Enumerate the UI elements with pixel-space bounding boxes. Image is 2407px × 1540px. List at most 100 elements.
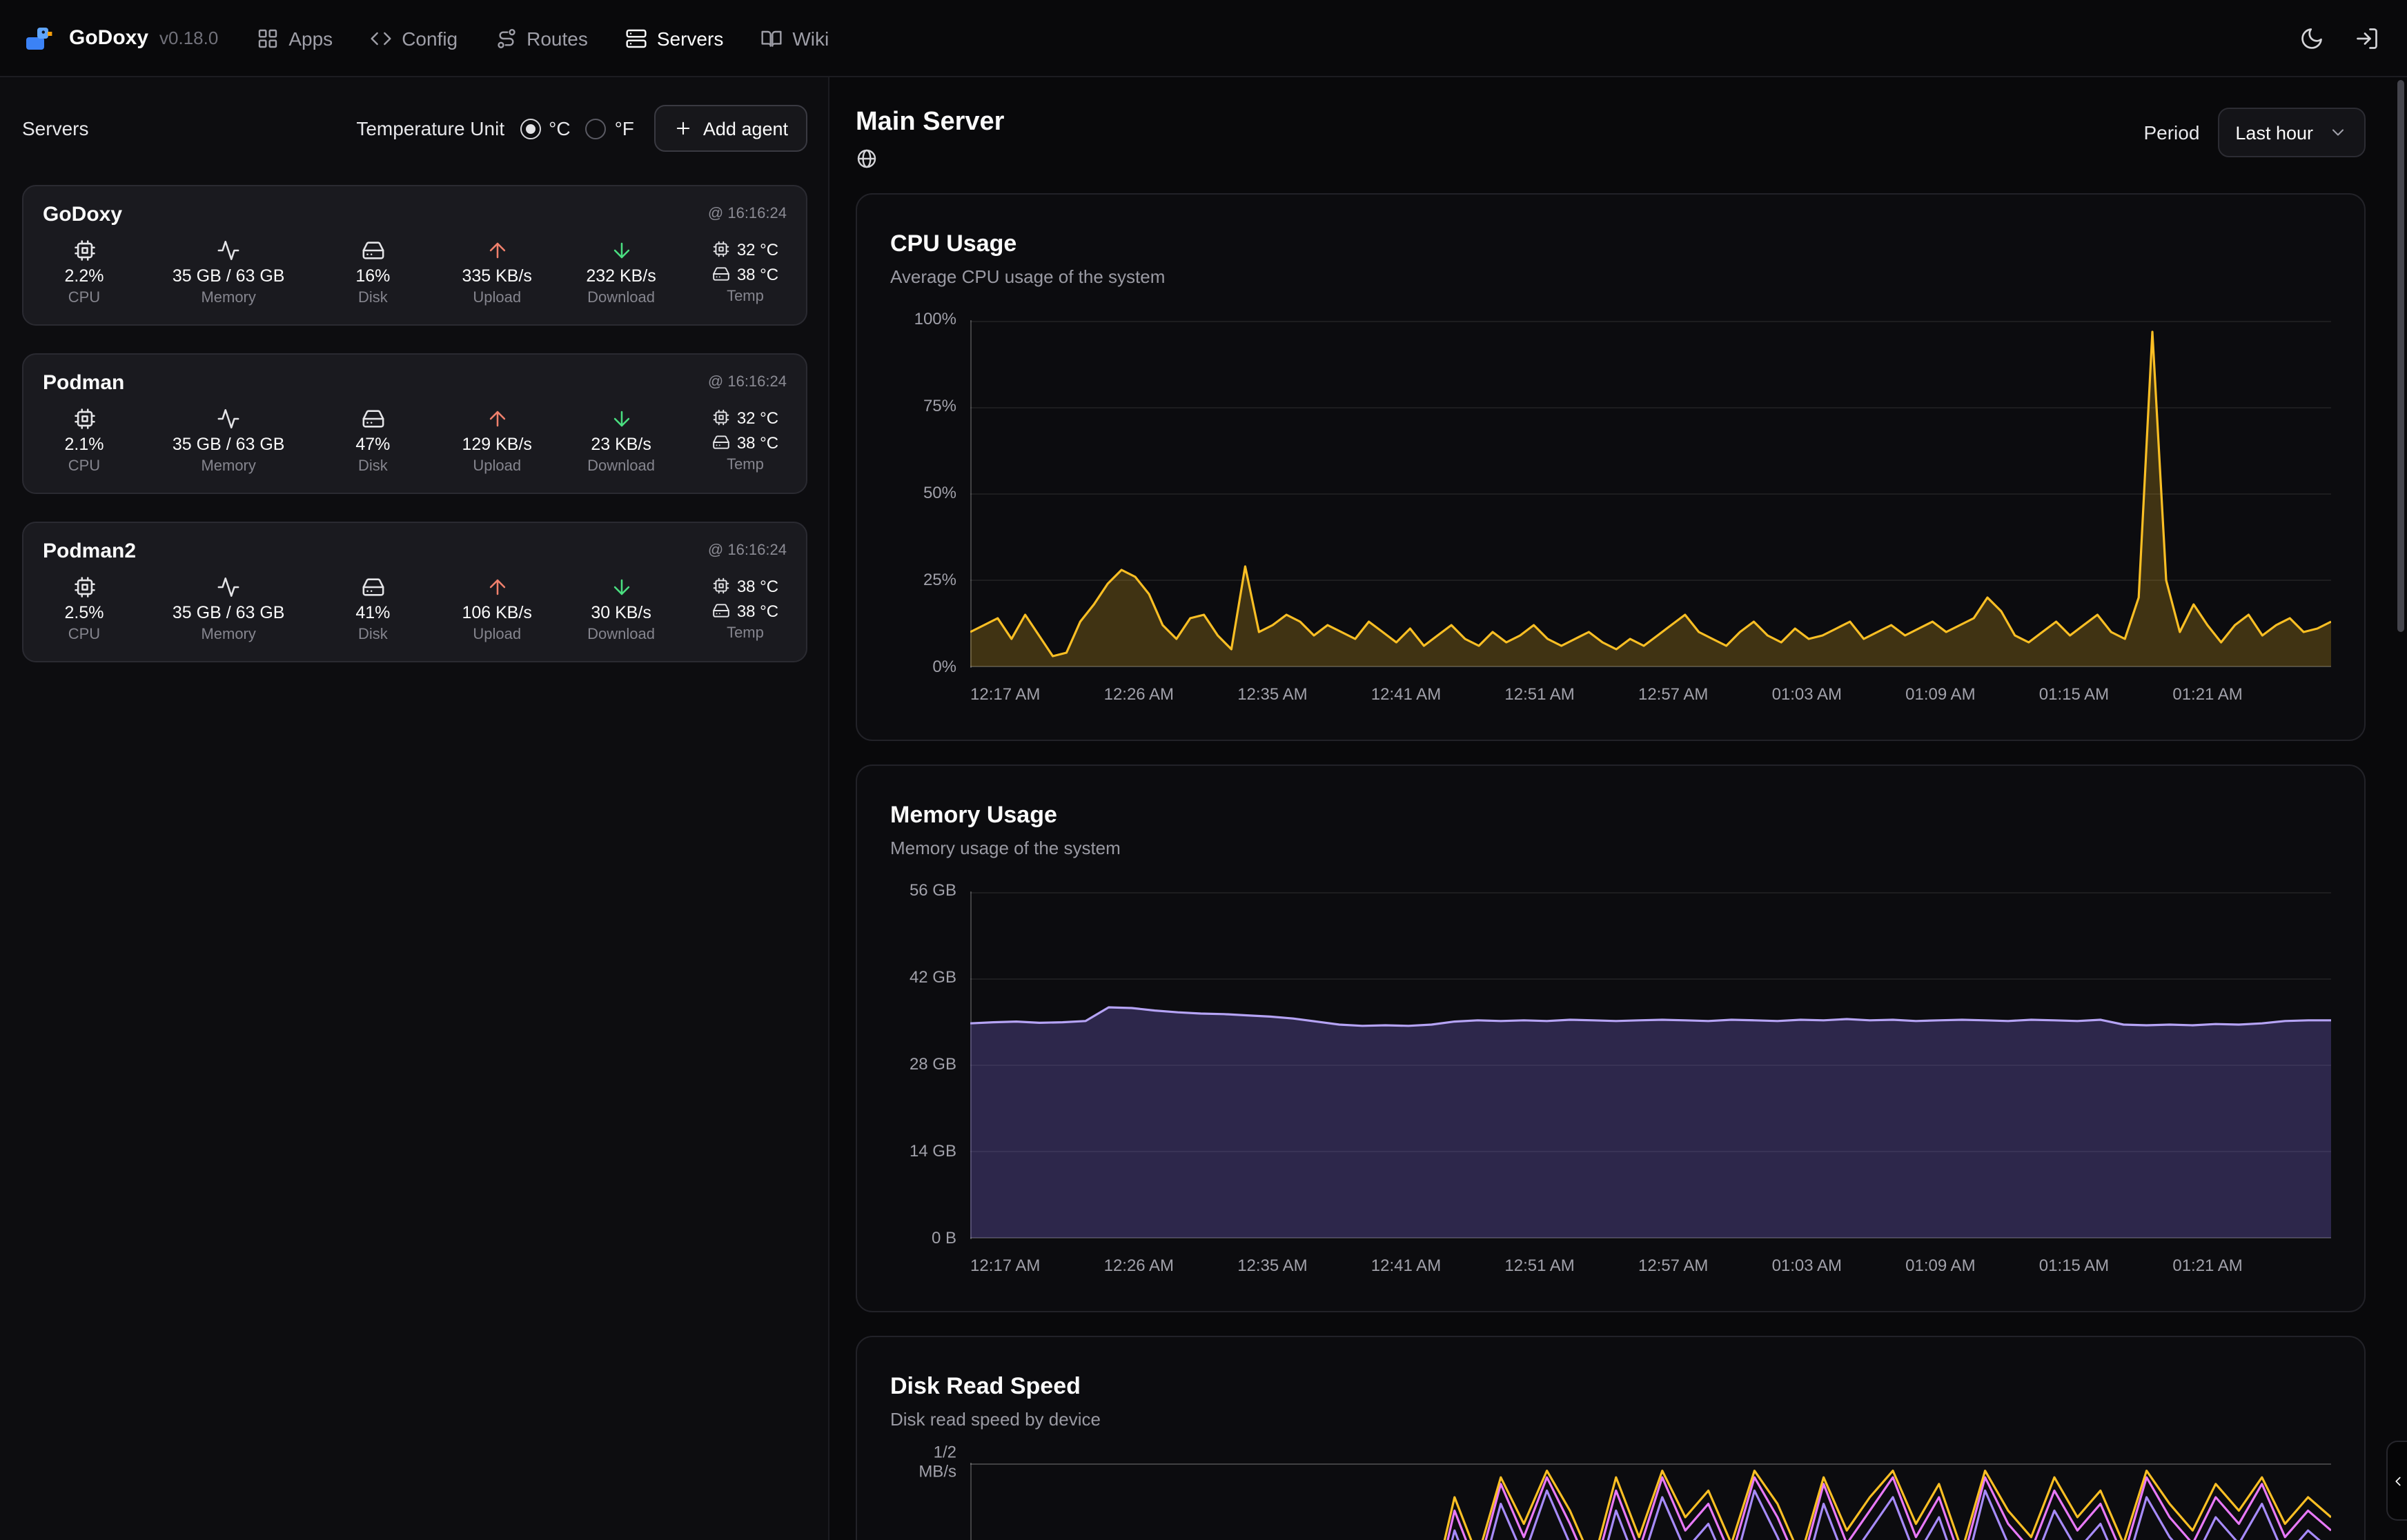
- scrollbar[interactable]: [2397, 80, 2404, 632]
- arrow-up-icon: [485, 407, 509, 431]
- upload-stat: 335 KB/s Upload: [461, 239, 533, 306]
- cpu-stat: 2.2% CPU: [48, 239, 120, 306]
- temperature-stat: 32 °C 38 °C Temp: [709, 407, 781, 475]
- radio-checked-icon: [520, 118, 540, 139]
- celsius-radio[interactable]: °C: [520, 117, 570, 139]
- nav-item-routes[interactable]: Routes: [495, 27, 588, 49]
- panel-collapse-tab[interactable]: [2386, 1441, 2407, 1521]
- disk-temp-icon: [712, 602, 730, 620]
- temperature-stat: 38 °C 38 °C Temp: [709, 575, 781, 643]
- cpu-stat: 2.5% CPU: [48, 575, 120, 643]
- cpu-usage-card: CPU Usage Average CPU usage of the syste…: [856, 193, 2366, 741]
- arrow-down-icon: [609, 575, 633, 599]
- sidebar-title: Servers: [22, 117, 88, 139]
- cpu-temp-icon: [712, 240, 730, 258]
- period-label: Period: [2143, 121, 2199, 144]
- hard-drive-icon: [361, 575, 384, 599]
- x-axis: 12:17 AM12:26 AM12:35 AM12:41 AM12:51 AM…: [970, 668, 2331, 704]
- fahrenheit-radio[interactable]: °F: [586, 117, 634, 139]
- server-card[interactable]: Podman2 @ 16:16:24 2.5% CPU 35 GB / 63 G…: [22, 522, 807, 662]
- disk-value: 47%: [355, 435, 390, 454]
- upload-label: Upload: [473, 290, 521, 306]
- server-icon: [625, 27, 647, 49]
- download-label: Download: [587, 290, 655, 306]
- theme-toggle-button[interactable]: [2294, 20, 2330, 56]
- add-agent-label: Add agent: [703, 118, 788, 139]
- y-axis: 1/2 MB/s: [890, 1463, 970, 1540]
- period-select[interactable]: Last hour: [2217, 108, 2366, 157]
- activity-icon: [217, 575, 240, 599]
- nav-item-wiki[interactable]: Wiki: [760, 27, 829, 49]
- server-timestamp: @ 16:16:24: [708, 542, 787, 559]
- upload-value: 129 KB/s: [462, 435, 531, 454]
- chart-subtitle: Disk read speed by device: [890, 1409, 2331, 1430]
- cpu-value: 2.5%: [65, 603, 104, 622]
- disk-temp-icon: [712, 265, 730, 283]
- y-axis-tick-label: 42 GB: [910, 969, 956, 988]
- cpu-usage-chart[interactable]: [970, 320, 2331, 668]
- main-nav: Apps Config Routes Servers Wiki: [257, 27, 829, 49]
- cpu-label: CPU: [68, 626, 100, 643]
- add-agent-button[interactable]: Add agent: [655, 105, 807, 152]
- y-axis-tick-label: 100%: [914, 310, 956, 330]
- fahrenheit-label: °F: [615, 117, 634, 139]
- temp-label: Temp: [727, 457, 764, 473]
- x-axis-tick-label: 12:41 AM: [1371, 684, 1441, 704]
- cpu-label: CPU: [68, 290, 100, 306]
- y-axis-tick-label: 1/2 MB/s: [918, 1443, 956, 1481]
- download-stat: 30 KB/s Download: [585, 575, 657, 643]
- chart-subtitle: Average CPU usage of the system: [890, 266, 2331, 287]
- nav-item-apps[interactable]: Apps: [257, 27, 333, 49]
- disk-temp-icon: [712, 433, 730, 451]
- disk-stat: 16% Disk: [337, 239, 409, 306]
- moon-icon: [2299, 26, 2324, 50]
- server-name: Podman2: [43, 540, 136, 563]
- nav-label: Config: [402, 27, 458, 49]
- nav-label: Wiki: [792, 27, 829, 49]
- x-axis-tick-label: 01:09 AM: [1905, 1256, 1975, 1275]
- logout-button[interactable]: [2349, 20, 2385, 56]
- chart-subtitle: Memory usage of the system: [890, 838, 2331, 858]
- disk-label: Disk: [358, 626, 388, 643]
- server-card[interactable]: Podman @ 16:16:24 2.1% CPU 35 GB / 63 GB…: [22, 353, 807, 494]
- memory-value: 35 GB / 63 GB: [173, 603, 285, 622]
- route-icon: [495, 27, 517, 49]
- x-axis-tick-label: 12:57 AM: [1638, 1256, 1708, 1275]
- code-icon: [370, 27, 392, 49]
- upload-value: 106 KB/s: [462, 603, 531, 622]
- disk-label: Disk: [358, 290, 388, 306]
- arrow-down-icon: [609, 239, 633, 262]
- memory-label: Memory: [201, 290, 255, 306]
- servers-sidebar: Servers Temperature Unit °C °F Add agent: [0, 77, 829, 1540]
- x-axis-tick-label: 12:35 AM: [1237, 684, 1307, 704]
- arrow-up-icon: [485, 575, 509, 599]
- cpu-temp-value: 32 °C: [737, 408, 778, 427]
- globe-icon[interactable]: [856, 148, 878, 170]
- cpu-icon: [72, 239, 96, 262]
- disk-read-speed-chart[interactable]: [970, 1463, 2331, 1540]
- nav-item-servers[interactable]: Servers: [625, 27, 723, 49]
- chart-title: Memory Usage: [890, 802, 2331, 829]
- download-value: 232 KB/s: [586, 266, 656, 286]
- x-axis-tick-label: 01:09 AM: [1905, 684, 1975, 704]
- chevron-down-icon: [2328, 123, 2348, 142]
- memory-value: 35 GB / 63 GB: [173, 266, 285, 286]
- memory-usage-card: Memory Usage Memory usage of the system …: [856, 764, 2366, 1312]
- x-axis-tick-label: 12:26 AM: [1104, 684, 1174, 704]
- memory-usage-chart[interactable]: [970, 891, 2331, 1239]
- disk-value: 16%: [355, 266, 390, 286]
- x-axis-tick-label: 12:35 AM: [1237, 1256, 1307, 1275]
- cpu-temp-icon: [712, 408, 730, 426]
- arrow-up-icon: [485, 239, 509, 262]
- server-card[interactable]: GoDoxy @ 16:16:24 2.2% CPU 35 GB / 63 GB…: [22, 185, 807, 326]
- y-axis-tick-label: 28 GB: [910, 1056, 956, 1075]
- y-axis: 56 GB42 GB28 GB14 GB0 B: [890, 891, 970, 1239]
- nav-item-config[interactable]: Config: [370, 27, 458, 49]
- disk-temp-value: 38 °C: [737, 264, 778, 284]
- disk-stat: 47% Disk: [337, 407, 409, 475]
- book-icon: [760, 27, 783, 49]
- disk-read-speed-card: Disk Read Speed Disk read speed by devic…: [856, 1336, 2366, 1540]
- godoxy-logo-icon: [22, 21, 55, 55]
- temperature-stat: 32 °C 38 °C Temp: [709, 239, 781, 306]
- main-panel: Main Server Period Last hour CPU Usage A…: [829, 77, 2407, 1540]
